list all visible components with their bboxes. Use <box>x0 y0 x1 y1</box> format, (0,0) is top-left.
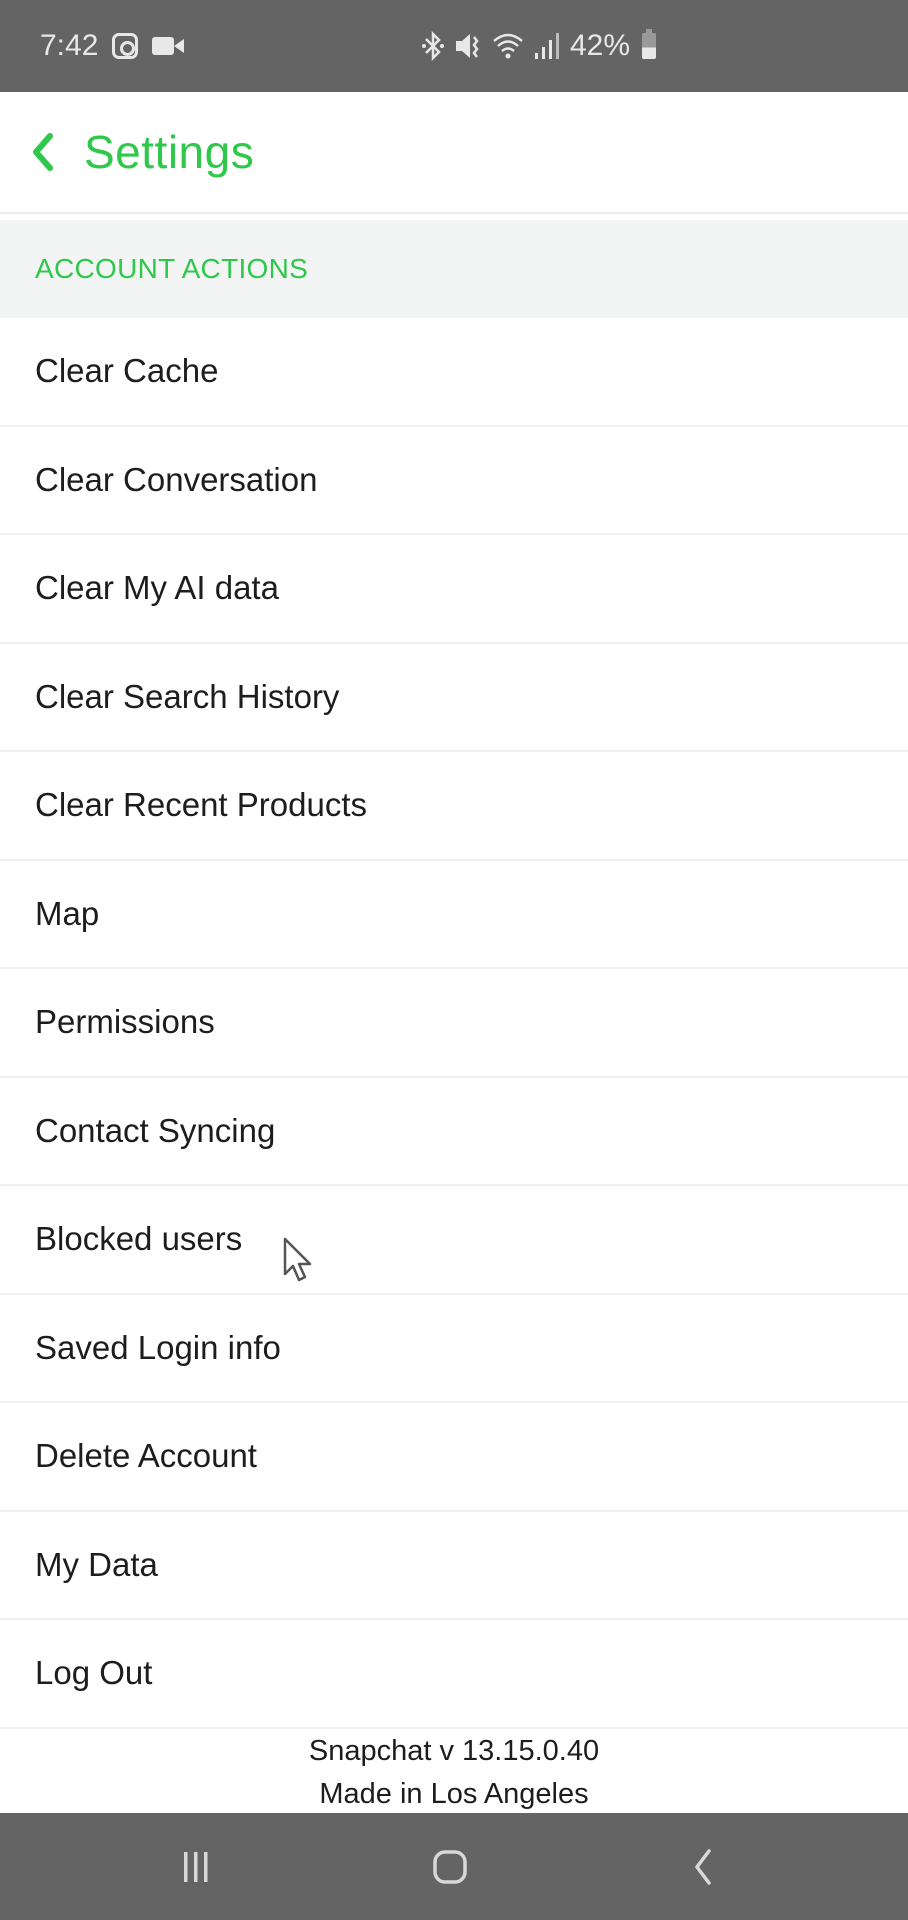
list-item-label: Log Out <box>35 1654 153 1692</box>
system-nav-bar <box>0 1813 908 1920</box>
list-item-label: Clear My AI data <box>35 569 279 607</box>
list-item-permissions[interactable]: Permissions <box>0 969 908 1078</box>
recents-button[interactable] <box>136 1813 256 1920</box>
recents-icon <box>184 1851 208 1882</box>
list-item-log-out[interactable]: Log Out <box>0 1620 908 1729</box>
list-item-label: Clear Cache <box>35 352 219 390</box>
list-item-contact-syncing[interactable]: Contact Syncing <box>0 1077 908 1186</box>
video-camera-icon <box>152 35 185 57</box>
instagram-icon <box>112 33 139 59</box>
header: Settings <box>0 92 908 214</box>
list-item-label: Clear Recent Products <box>35 786 367 824</box>
list-item-delete-account[interactable]: Delete Account <box>0 1403 908 1512</box>
signal-icon <box>534 31 560 61</box>
list-item-label: Saved Login info <box>35 1328 281 1366</box>
status-left: 7:42 <box>40 29 185 63</box>
list-item-saved-login-info[interactable]: Saved Login info <box>0 1294 908 1403</box>
status-bar: 7:42 42% <box>0 0 908 92</box>
list-item-clear-conversation[interactable]: Clear Conversation <box>0 426 908 535</box>
back-button[interactable] <box>8 91 78 213</box>
bluetooth-icon <box>422 31 444 61</box>
status-time: 7:42 <box>40 29 99 62</box>
list-item-label: My Data <box>35 1545 158 1583</box>
version-text: Snapchat v 13.15.0.40 <box>308 1735 600 1767</box>
list-item-label: Blocked users <box>35 1220 243 1258</box>
list-item-clear-recent-products[interactable]: Clear Recent Products <box>0 752 908 861</box>
list-item-blocked-users[interactable]: Blocked users <box>0 1186 908 1295</box>
section-header: ACCOUNT ACTIONS <box>0 216 908 318</box>
list-item-label: Contact Syncing <box>35 1111 276 1149</box>
battery-percent: 42% <box>570 29 631 62</box>
chevron-left-icon <box>33 133 53 171</box>
list-item-label: Permissions <box>35 1003 215 1041</box>
list-item-clear-cache[interactable]: Clear Cache <box>0 318 908 427</box>
section-label: ACCOUNT ACTIONS <box>35 253 309 284</box>
list-item-map[interactable]: Map <box>0 860 908 969</box>
system-back-button[interactable] <box>644 1813 764 1920</box>
app-footer: Snapchat v 13.15.0.40 Made in Los Angele… <box>0 1730 908 1816</box>
list-item-label: Clear Conversation <box>35 460 318 498</box>
battery-icon <box>642 29 657 59</box>
wifi-icon <box>492 31 524 61</box>
list-item-my-data[interactable]: My Data <box>0 1511 908 1620</box>
home-icon <box>433 1849 467 1884</box>
home-button[interactable] <box>390 1813 510 1920</box>
made-in-text: Made in Los Angeles <box>319 1778 589 1810</box>
settings-list: Clear Cache Clear Conversation Clear My … <box>0 318 908 1729</box>
status-right: 42% <box>422 0 657 92</box>
list-item-label: Clear Search History <box>35 677 340 715</box>
list-item-label: Delete Account <box>35 1437 257 1475</box>
back-icon <box>694 1848 711 1885</box>
page-title: Settings <box>84 126 255 178</box>
vibrate-mute-icon <box>454 31 482 61</box>
list-item-clear-search-history[interactable]: Clear Search History <box>0 643 908 752</box>
list-item-clear-my-ai-data[interactable]: Clear My AI data <box>0 535 908 644</box>
list-item-label: Map <box>35 894 100 932</box>
